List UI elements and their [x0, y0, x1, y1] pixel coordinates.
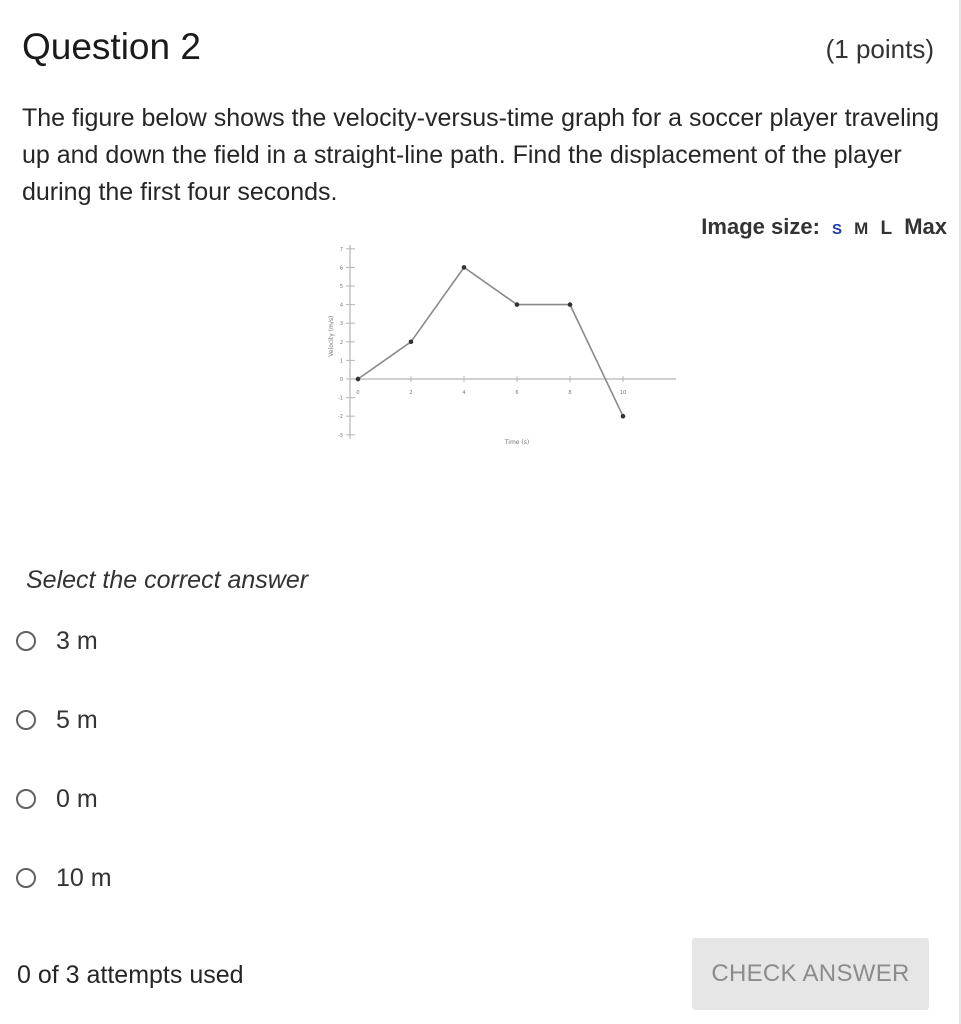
data-point	[567, 302, 573, 307]
answer-option-2[interactable]: 5 m	[16, 703, 98, 737]
answer-option-label: 0 m	[56, 784, 98, 813]
data-point	[408, 339, 414, 345]
question-text: The figure below shows the velocity-vers…	[22, 104, 940, 206]
y-tick-label: 2	[340, 340, 343, 346]
radio-button[interactable]	[16, 868, 36, 888]
question-points: (1 points)	[825, 34, 934, 64]
data-point	[355, 376, 361, 382]
radio-button[interactable]	[16, 710, 36, 730]
x-axis-label: Time (s)	[504, 439, 529, 446]
x-tick-label: 10	[620, 390, 626, 396]
x-tick-label: 4	[462, 390, 465, 396]
image-size-option-max[interactable]: Max	[904, 214, 947, 239]
y-tick-label: 4	[340, 303, 343, 309]
y-tick-label: 0	[340, 377, 343, 383]
image-size-selector: Image size: S M L Max	[701, 212, 947, 245]
x-tick-label: 0	[356, 390, 359, 396]
answer-option-label: 10 m	[56, 863, 112, 892]
select-answer-prompt: Select the correct answer	[26, 566, 309, 594]
answer-option-4[interactable]: 10 m	[16, 861, 112, 895]
question-title: Question 2	[22, 26, 201, 67]
answer-option-1[interactable]: 3 m	[16, 624, 98, 658]
radio-button[interactable]	[16, 631, 36, 651]
answer-option-3[interactable]: 0 m	[16, 782, 98, 816]
image-size-label: Image size:	[701, 214, 820, 239]
attempts-counter: 0 of 3 attempts used	[17, 961, 244, 989]
y-tick-label: -1	[338, 396, 343, 402]
x-tick-label: 8	[568, 390, 571, 396]
y-tick-label: 5	[340, 284, 343, 290]
y-tick-label: 6	[340, 265, 343, 271]
check-answer-button[interactable]: CHECK ANSWER	[692, 938, 929, 1010]
image-size-option-s[interactable]: S	[832, 221, 842, 238]
y-tick-label: 3	[340, 321, 343, 327]
velocity-series-line	[357, 266, 624, 417]
radio-button[interactable]	[16, 789, 36, 809]
y-tick-label: -2	[338, 414, 343, 420]
data-point	[461, 265, 467, 270]
y-axis-label: Velocity (m/s)	[328, 316, 335, 357]
answer-option-label: 3 m	[56, 626, 98, 655]
image-size-option-l[interactable]: L	[880, 218, 892, 239]
x-tick-label: 6	[515, 390, 518, 396]
data-point	[514, 302, 520, 307]
y-tick-label: -3	[338, 433, 343, 439]
answer-option-label: 5 m	[56, 705, 98, 734]
image-size-option-m[interactable]: M	[854, 219, 868, 238]
y-tick-label: 7	[340, 247, 343, 253]
data-point	[620, 413, 626, 419]
y-tick-label: 1	[340, 358, 343, 364]
x-tick-label: 2	[409, 390, 412, 396]
velocity-time-graph: 76543210-1-2-30 2 4 6 8 10 Time (s)Velocity (…	[328, 244, 676, 446]
